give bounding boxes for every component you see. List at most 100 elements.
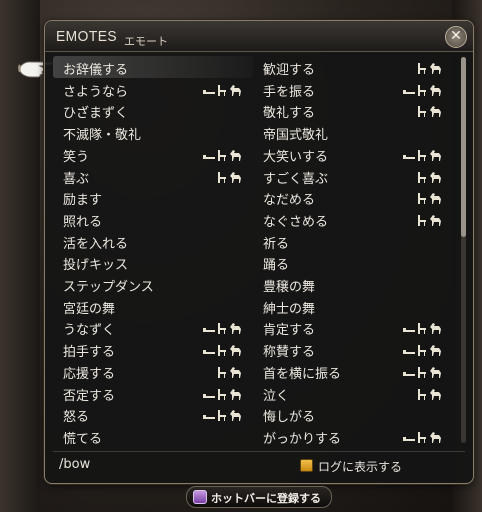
emote-label: 活を入れる (63, 236, 129, 252)
emote-item[interactable]: 拍手する (53, 338, 253, 360)
emote-item[interactable]: 宮廷の舞 (53, 295, 253, 317)
emote-item[interactable]: 笑う (53, 143, 253, 165)
horse-icon (428, 103, 442, 118)
emote-label: うなずく (63, 323, 116, 339)
chair-icon (415, 82, 429, 96)
emote-availability-icons (202, 320, 241, 335)
horse-icon (428, 60, 442, 74)
horse-icon (428, 147, 442, 161)
emote-availability-icons (402, 342, 442, 357)
chair-icon (415, 320, 429, 335)
scrollbar[interactable] (461, 57, 466, 443)
emote-item[interactable]: 怒る (53, 403, 253, 425)
emote-label: なだめる (263, 193, 316, 209)
checkbox-icon[interactable] (300, 459, 313, 472)
emote-item[interactable]: 照れる (53, 208, 253, 230)
controller-button-icon (193, 490, 207, 504)
emote-item[interactable]: 活を入れる (53, 230, 253, 252)
emote-item[interactable]: 投げキッス (53, 251, 253, 273)
emote-label: 宮廷の舞 (63, 301, 116, 317)
register-hotbar-label: ホットバーに登録する (211, 492, 321, 505)
bed-icon (202, 320, 216, 334)
emote-availability-icons (402, 82, 441, 96)
emote-label: 投げキッス (63, 258, 129, 274)
emote-item[interactable]: 大笑いする (253, 143, 453, 165)
bed-icon (402, 342, 416, 356)
window-titlebar[interactable]: EMOTES エモート ✕ (45, 21, 473, 52)
emote-item[interactable]: お辞儀する (53, 56, 253, 78)
emote-item[interactable]: 泣く (253, 382, 453, 404)
emote-item[interactable]: 帝国式敬礼 (253, 121, 453, 143)
scrollbar-thumb[interactable] (461, 57, 466, 237)
emote-availability-icons (202, 342, 241, 357)
emote-item[interactable]: 肯定する (253, 316, 453, 338)
emote-item[interactable]: なぐさめる (253, 208, 453, 230)
window-title: EMOTES (56, 28, 118, 45)
emote-item[interactable]: 敬礼する (253, 99, 453, 121)
emote-list: お辞儀する 歓迎するさようなら 手を振る ひざまずく 敬礼する 不滅隊・敬礼 帝国式敬礼 笑う… (53, 56, 453, 447)
emote-item[interactable]: うなずく (53, 316, 253, 338)
emote-item[interactable]: 豊穣の舞 (253, 273, 453, 295)
emote-item[interactable]: 応援する (53, 360, 253, 382)
emote-label: 拍手する (63, 345, 116, 361)
chair-icon (215, 169, 229, 183)
emote-item[interactable]: 踊る (253, 251, 453, 273)
horse-icon (428, 320, 442, 335)
bed-icon (202, 147, 216, 161)
emote-label: 称賛する (263, 345, 316, 361)
emote-item[interactable]: 首を横に振る (253, 360, 453, 382)
horse-icon (228, 386, 242, 400)
emote-label: お辞儀する (63, 63, 129, 78)
command-text: /bow (59, 457, 91, 472)
chair-icon (415, 342, 429, 357)
emote-item[interactable]: さようなら (53, 78, 253, 100)
chair-icon (415, 190, 429, 205)
emote-item[interactable]: なだめる (253, 186, 453, 208)
emote-label: 肯定する (263, 323, 316, 339)
emote-item[interactable]: ステップダンス (53, 273, 253, 295)
chair-icon (215, 320, 229, 335)
emote-item[interactable]: 祈る (253, 230, 453, 252)
emote-item[interactable]: 不滅隊・敬礼 (53, 121, 253, 143)
bed-icon (402, 82, 416, 96)
chair-icon (415, 103, 429, 118)
close-button[interactable]: ✕ (445, 26, 467, 48)
chair-icon (215, 364, 229, 378)
emote-item[interactable]: 喜ぶ (53, 165, 253, 187)
emote-label: さようなら (63, 84, 129, 100)
bed-icon (202, 82, 216, 96)
emotes-window: EMOTES エモート ✕ お辞儀する 歓迎するさようなら 手を振る ひざまずく 敬礼す… (44, 20, 474, 484)
horse-icon (428, 386, 442, 400)
horse-icon (228, 147, 242, 161)
emote-availability-icons (202, 407, 241, 422)
horse-icon (428, 364, 442, 378)
horse-icon (228, 364, 242, 378)
horse-icon (428, 212, 442, 226)
emote-item[interactable]: がっかりする (253, 425, 453, 447)
register-hotbar-button[interactable]: ホットバーに登録する (186, 486, 332, 508)
emote-item[interactable]: ひざまずく (53, 99, 253, 121)
emote-availability-icons (402, 147, 441, 161)
emote-item[interactable]: 励ます (53, 186, 253, 208)
emote-item[interactable]: すごく喜ぶ (253, 165, 453, 187)
emote-item[interactable]: 紳士の舞 (253, 295, 453, 317)
emote-item[interactable]: 悔しがる (253, 403, 453, 425)
emote-item[interactable]: 慌てる (53, 425, 253, 447)
emote-label: 帝国式敬礼 (263, 128, 329, 144)
emote-item[interactable]: 称賛する (253, 338, 453, 360)
chair-icon (415, 429, 429, 443)
emote-label: 紳士の舞 (263, 301, 316, 317)
chair-icon (415, 169, 429, 183)
emote-label: 励ます (63, 193, 103, 209)
emote-item[interactable]: 歓迎する (253, 56, 453, 78)
horse-icon (428, 342, 442, 357)
emote-availability-icons (402, 320, 442, 335)
emote-label: がっかりする (263, 431, 342, 447)
emote-item[interactable]: 否定する (53, 382, 253, 404)
emote-label: 喜ぶ (63, 171, 90, 187)
emote-item[interactable]: 手を振る (253, 78, 453, 100)
emote-label: すごく喜ぶ (263, 171, 329, 187)
emote-label: 否定する (63, 388, 116, 404)
bed-icon (402, 364, 416, 378)
emote-availability-icons (402, 429, 441, 443)
